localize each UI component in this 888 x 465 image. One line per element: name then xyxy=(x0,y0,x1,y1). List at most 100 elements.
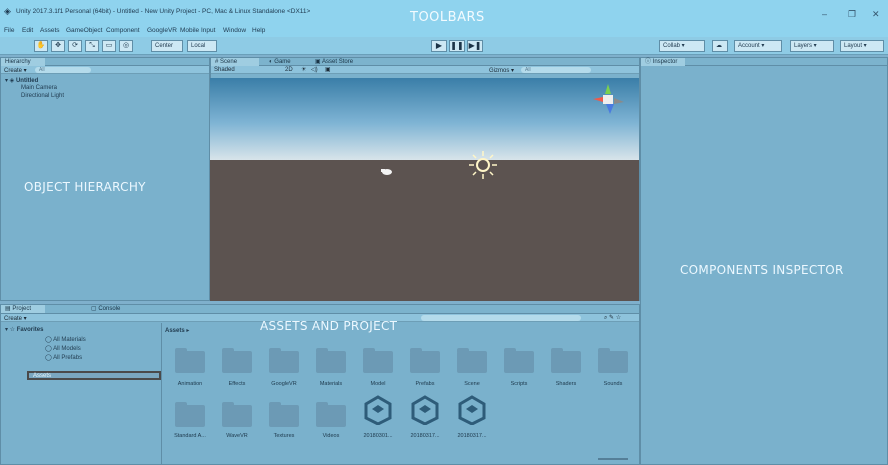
menu-edit[interactable]: Edit xyxy=(22,27,33,34)
menu-mobile-input[interactable]: Mobile Input xyxy=(180,27,215,34)
scene-2d-toggle[interactable]: 2D xyxy=(285,67,293,73)
folder-icon[interactable] xyxy=(175,402,205,427)
favorite-label: All Models xyxy=(53,346,81,352)
effects-toggle-icon[interactable]: ▣ xyxy=(325,66,331,73)
hierarchy-panel: Hierarchy Create ▾ All ▾ ◈ Untitled Main… xyxy=(0,57,210,301)
favorite-label: All Materials xyxy=(53,337,86,343)
collab-dropdown[interactable]: Collab ▾ xyxy=(659,40,705,52)
skybox xyxy=(210,78,639,160)
folder-icon[interactable] xyxy=(457,348,487,373)
hierarchy-create-button[interactable]: Create ▾ xyxy=(4,67,27,74)
folder-icon[interactable] xyxy=(316,348,346,373)
step-button[interactable]: ▶❚ xyxy=(467,40,483,52)
folder-icon[interactable] xyxy=(551,348,581,373)
hierarchy-tabbar: Hierarchy xyxy=(1,58,209,66)
favorite-all-models[interactable]: ◯ All Models xyxy=(45,345,81,352)
folder-label: Scripts xyxy=(510,381,528,387)
project-search-input[interactable] xyxy=(421,315,581,321)
folder-icon[interactable] xyxy=(410,348,440,373)
filter-icons[interactable]: ⌕ ✎ ☆ xyxy=(604,314,621,322)
tab-inspector[interactable]: ⓘ Inspector xyxy=(641,58,685,66)
favorites-label: Favorites xyxy=(16,327,44,333)
favorite-all-prefabs[interactable]: ◯ All Prefabs xyxy=(45,354,82,361)
directional-light-gizmo-icon[interactable] xyxy=(468,150,498,180)
menu-file[interactable]: File xyxy=(4,27,14,34)
menu-component[interactable]: Component xyxy=(106,27,140,34)
tab-asset-store[interactable]: ▣ Asset Store xyxy=(311,58,369,66)
move-tool-button[interactable]: ✥ xyxy=(51,40,65,52)
project-split-divider[interactable] xyxy=(161,323,162,465)
minimize-button[interactable]: – xyxy=(822,9,827,19)
favorites-header[interactable]: ▾ ☆ Favorites xyxy=(5,326,43,333)
audio-toggle-icon[interactable]: ◁) xyxy=(311,66,318,73)
tab-game-label: Game xyxy=(274,59,291,65)
folder-label: Shaders xyxy=(555,381,577,387)
hierarchy-item-directional-light[interactable]: Directional Light xyxy=(21,93,64,99)
account-dropdown[interactable]: Account ▾ xyxy=(734,40,782,52)
tab-console[interactable]: ▢ Console xyxy=(87,305,135,313)
folder-icon[interactable] xyxy=(222,402,252,427)
folder-icon[interactable] xyxy=(363,348,393,373)
folder-label: GoogleVR xyxy=(271,381,297,387)
folder-icon[interactable] xyxy=(269,402,299,427)
project-create-button[interactable]: Create ▾ xyxy=(4,315,27,322)
pivot-center-toggle[interactable]: Center xyxy=(151,40,183,52)
shading-mode-dropdown[interactable]: Shaded xyxy=(214,67,235,73)
hierarchy-item-main-camera[interactable]: Main Camera xyxy=(21,85,57,91)
play-button[interactable]: ▶ xyxy=(431,40,447,52)
menu-window[interactable]: Window xyxy=(223,27,246,34)
lighting-toggle-icon[interactable]: ☀ xyxy=(301,66,306,73)
icon-size-slider[interactable] xyxy=(598,458,628,460)
menu-gameobject[interactable]: GameObject xyxy=(66,27,103,34)
folder-label: Model xyxy=(370,381,386,387)
menu-googlevr[interactable]: GoogleVR xyxy=(147,27,177,34)
scene-name-label: Untitled xyxy=(15,78,39,84)
scene-root-item[interactable]: ▾ ◈ Untitled xyxy=(5,77,38,84)
favorite-label: All Prefabs xyxy=(53,355,83,361)
maximize-button[interactable]: ❐ xyxy=(848,9,856,20)
tab-hierarchy[interactable]: Hierarchy xyxy=(1,58,45,66)
scale-tool-button[interactable]: ⤡ xyxy=(85,40,99,52)
inspector-annotation: COMPONENTS INSPECTOR xyxy=(680,263,844,277)
tab-project[interactable]: ▤ Project xyxy=(1,305,45,313)
assets-root-label: Assets xyxy=(33,373,52,379)
tab-game[interactable]: ◐ Game xyxy=(265,58,305,66)
hierarchy-search-input[interactable]: All xyxy=(35,67,91,73)
menu-help[interactable]: Help xyxy=(252,27,265,34)
folder-icon[interactable] xyxy=(504,348,534,373)
unity-scene-icon[interactable] xyxy=(364,395,392,425)
tab-scene-label: Scene xyxy=(220,59,238,65)
rotate-tool-button[interactable]: ⟳ xyxy=(68,40,82,52)
orientation-gizmo-icon[interactable] xyxy=(588,80,628,118)
favorite-all-materials[interactable]: ◯ All Materials xyxy=(45,336,86,343)
folder-label: Animation xyxy=(177,381,203,387)
ground-plane xyxy=(210,160,639,301)
menu-assets[interactable]: Assets xyxy=(40,27,60,34)
tab-scene[interactable]: # Scene xyxy=(211,58,259,66)
scene-viewport[interactable] xyxy=(210,78,639,301)
rect-tool-button[interactable]: ▭ xyxy=(102,40,116,52)
layers-dropdown[interactable]: Layers ▾ xyxy=(790,40,834,52)
close-button[interactable]: ✕ xyxy=(872,9,880,20)
tab-project-label: Project xyxy=(12,306,32,312)
scene-search-input[interactable]: All xyxy=(521,67,591,73)
transform-tool-button[interactable]: ◎ xyxy=(119,40,133,52)
pause-button[interactable]: ❚❚ xyxy=(449,40,465,52)
assets-folder-item[interactable]: Assets xyxy=(27,371,161,380)
gizmos-dropdown[interactable]: Gizmos ▾ xyxy=(489,67,514,74)
cloud-icon[interactable]: ☁ xyxy=(712,40,728,52)
hand-tool-button[interactable]: ✋ xyxy=(34,40,48,52)
folder-icon[interactable] xyxy=(598,348,628,373)
project-breadcrumb[interactable]: Assets ▸ xyxy=(165,327,189,334)
unity-scene-icon[interactable] xyxy=(458,395,486,425)
camera-gizmo-icon[interactable] xyxy=(380,166,394,176)
project-annotation: ASSETS AND PROJECT xyxy=(260,319,398,333)
folder-icon[interactable] xyxy=(175,348,205,373)
unity-scene-icon[interactable] xyxy=(411,395,439,425)
folder-icon[interactable] xyxy=(316,402,346,427)
folder-icon[interactable] xyxy=(269,348,299,373)
folder-icon[interactable] xyxy=(222,348,252,373)
layout-dropdown[interactable]: Layout ▾ xyxy=(840,40,884,52)
tab-console-label: Console xyxy=(98,306,121,312)
global-local-toggle[interactable]: Local xyxy=(187,40,217,52)
